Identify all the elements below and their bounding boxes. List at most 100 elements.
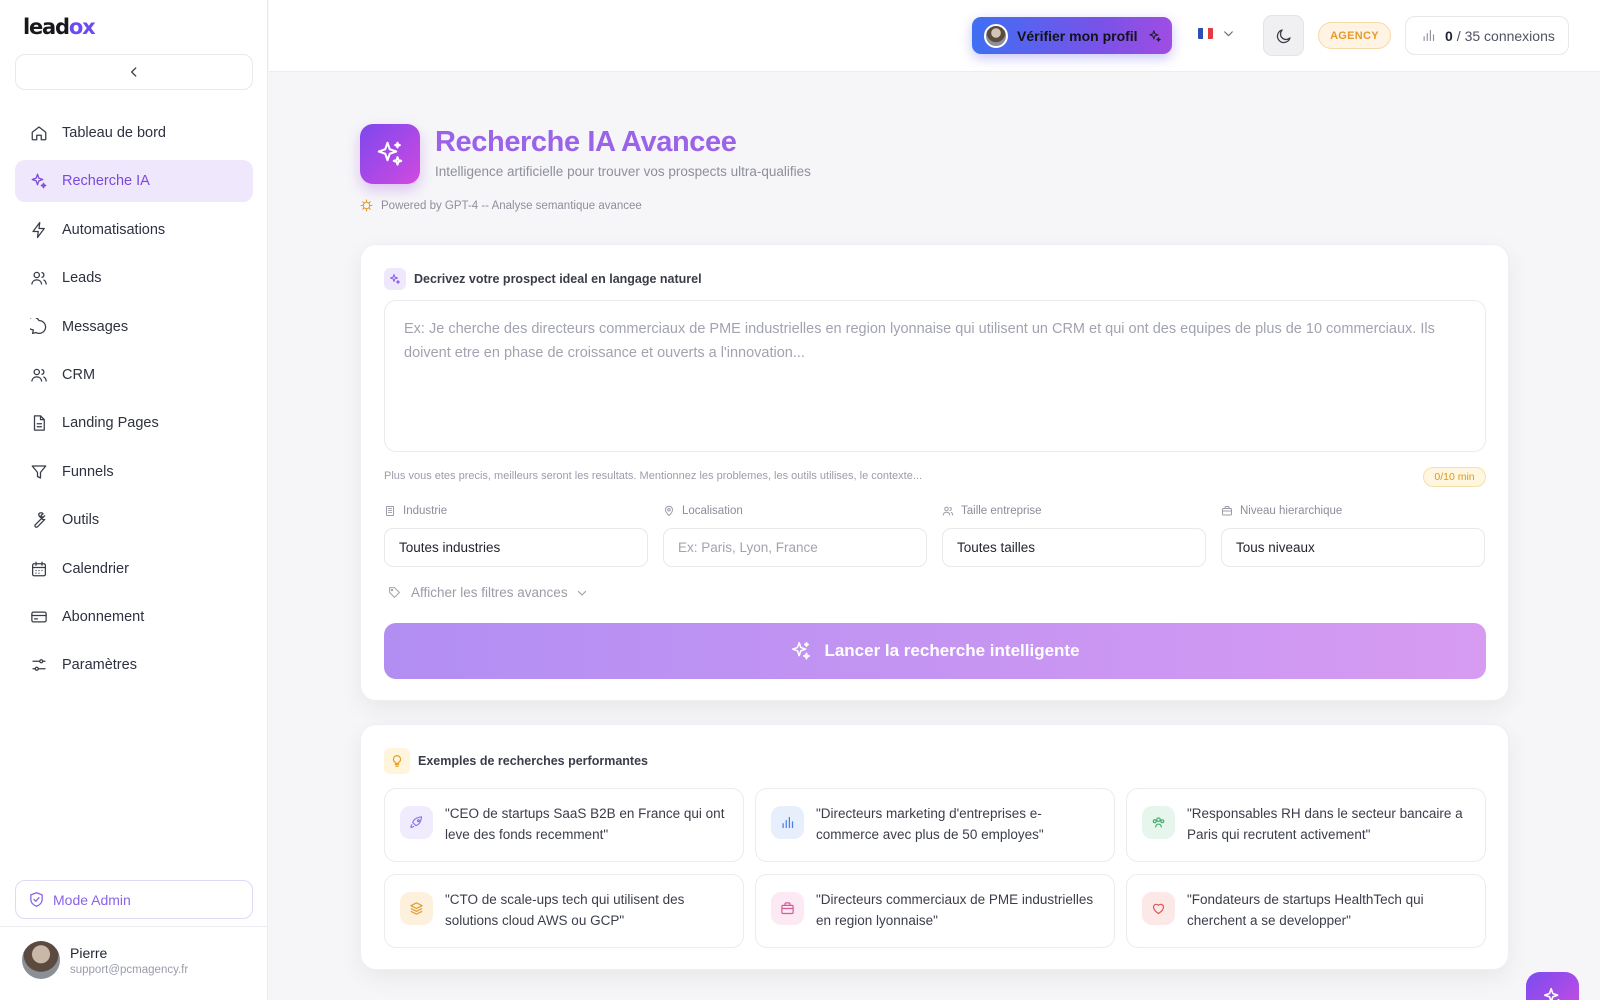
- page-title: Recherche IA Avancee: [435, 126, 737, 158]
- divider: [0, 926, 268, 927]
- plan-badge: AGENCY: [1318, 22, 1391, 49]
- chat-icon: [30, 317, 48, 336]
- example-text: "Directeurs commerciaux de PME industrie…: [816, 892, 1094, 928]
- sidebar-item-subscription[interactable]: Abonnement: [15, 596, 253, 638]
- example-card[interactable]: "CEO de startups SaaS B2B en France qui …: [384, 788, 744, 862]
- collapse-sidebar-button[interactable]: [15, 54, 253, 90]
- filter-industry: Industrie Toutes industries: [384, 503, 648, 567]
- tag-icon: [388, 586, 401, 599]
- language-selector[interactable]: [1198, 27, 1235, 40]
- sidebar-nav: Tableau de bord Recherche IA Automatisat…: [15, 112, 253, 693]
- example-text: "Responsables RH dans le secteur bancair…: [1187, 806, 1463, 842]
- example-card[interactable]: "Responsables RH dans le secteur bancair…: [1126, 788, 1486, 862]
- ai-assistant-fab[interactable]: [1526, 972, 1579, 1000]
- sidebar-item-label: Leads: [62, 270, 102, 287]
- admin-mode-button[interactable]: Mode Admin: [15, 880, 253, 919]
- sidebar-item-landing-pages[interactable]: Landing Pages: [15, 402, 253, 444]
- user-name: Pierre: [70, 944, 108, 961]
- rocket-icon: [400, 806, 433, 839]
- sidebar-item-funnels[interactable]: Funnels: [15, 451, 253, 493]
- filter-label: Localisation: [663, 503, 927, 519]
- users-icon: [30, 366, 48, 384]
- sidebar-item-label: Paramètres: [62, 657, 137, 674]
- sidebar-item-label: Automatisations: [62, 221, 166, 238]
- bar-chart-icon: [1421, 28, 1436, 43]
- example-text: "CEO de startups SaaS B2B en France qui …: [445, 806, 725, 842]
- cpu-icon: [360, 199, 373, 212]
- example-card[interactable]: "Fondateurs de startups HealthTech qui c…: [1126, 874, 1486, 948]
- sparkles-icon: [384, 268, 406, 290]
- ai-search-hero-icon: [360, 124, 420, 184]
- moon-icon: [1276, 28, 1291, 43]
- sidebar-item-ai-search[interactable]: Recherche IA: [15, 160, 253, 203]
- ai-search-card: Decrivez votre prospect ideal en langage…: [360, 244, 1509, 701]
- theme-toggle-button[interactable]: [1263, 15, 1304, 56]
- sidebar-item-settings[interactable]: Paramètres: [15, 644, 253, 686]
- prospect-description-input[interactable]: Ex: Je cherche des directeurs commerciau…: [384, 300, 1486, 452]
- user-profile[interactable]: Pierre support@pcmagency.fr: [22, 941, 188, 979]
- search-section-heading: Decrivez votre prospect ideal en langage…: [384, 268, 702, 290]
- building-icon: [384, 505, 396, 517]
- launch-search-button[interactable]: Lancer la recherche intelligente: [384, 623, 1486, 679]
- credit-card-icon: [30, 608, 48, 626]
- launch-search-label: Lancer la recherche intelligente: [824, 641, 1080, 660]
- sidebar-item-automations[interactable]: Automatisations: [15, 209, 253, 251]
- powered-by-text: Powered by GPT-4 -- Analyse semantique a…: [381, 199, 642, 212]
- sidebar: leadox Tableau de bord Recherche IA Auto…: [0, 0, 268, 1000]
- sidebar-item-label: Outils: [62, 512, 100, 529]
- user-email: support@pcmagency.fr: [70, 963, 189, 976]
- avatar: [22, 941, 60, 979]
- users-icon: [30, 269, 48, 287]
- example-card[interactable]: "Directeurs commerciaux de PME industrie…: [755, 874, 1115, 948]
- bar-chart-icon: [771, 806, 804, 839]
- document-icon: [30, 414, 48, 432]
- layers-icon: [400, 892, 433, 925]
- seniority-select[interactable]: Tous niveaux: [1221, 528, 1485, 567]
- example-card[interactable]: "Directeurs marketing d'entreprises e-co…: [755, 788, 1115, 862]
- sidebar-item-label: CRM: [62, 366, 96, 383]
- company-size-select[interactable]: Toutes tailles: [942, 528, 1206, 567]
- users-icon: [942, 505, 954, 517]
- home-icon: [30, 124, 48, 142]
- sidebar-item-leads[interactable]: Leads: [15, 257, 253, 299]
- chevron-left-icon: [131, 67, 137, 77]
- sidebar-item-label: Abonnement: [62, 608, 145, 625]
- sidebar-item-messages[interactable]: Messages: [15, 306, 253, 348]
- connections-total: / 35 connexions: [1456, 27, 1555, 44]
- filter-location: Localisation Ex: Paris, Lyon, France: [663, 503, 927, 567]
- briefcase-icon: [1221, 505, 1233, 517]
- connections-used: 0: [1445, 27, 1453, 44]
- example-card[interactable]: "CTO de scale-ups tech qui utilisent des…: [384, 874, 744, 948]
- search-hint: Plus vous etes precis, meilleurs seront …: [384, 470, 923, 482]
- french-flag-icon: [1198, 28, 1213, 39]
- location-input[interactable]: Ex: Paris, Lyon, France: [663, 528, 927, 567]
- app-logo[interactable]: leadox: [23, 15, 96, 39]
- sidebar-item-label: Calendrier: [62, 560, 129, 577]
- powered-by-note: Powered by GPT-4 -- Analyse semantique a…: [360, 199, 642, 212]
- industry-select[interactable]: Toutes industries: [384, 528, 648, 567]
- chevron-down-icon: [576, 587, 588, 599]
- examples-card: Exemples de recherches performantes "CEO…: [360, 724, 1509, 970]
- verify-profile-button[interactable]: Vérifier mon profil: [972, 17, 1172, 54]
- avatar: [984, 23, 1008, 48]
- sidebar-item-tools[interactable]: Outils: [15, 499, 253, 541]
- briefcase-icon: [771, 892, 804, 925]
- filter-label: Taille entreprise: [942, 503, 1206, 519]
- shield-check-icon: [28, 891, 45, 908]
- advanced-filters-toggle[interactable]: Afficher les filtres avances: [388, 585, 588, 600]
- connections-counter[interactable]: 0 / 35 connexions: [1405, 16, 1569, 55]
- sparkles-icon: [30, 172, 48, 190]
- example-text: "Directeurs marketing d'entreprises e-co…: [816, 806, 1044, 842]
- sidebar-item-dashboard[interactable]: Tableau de bord: [15, 112, 253, 154]
- topbar: Vérifier mon profil AGENCY 0 / 35 connex…: [269, 0, 1600, 72]
- advanced-filters-label: Afficher les filtres avances: [411, 585, 568, 600]
- sliders-icon: [30, 656, 48, 674]
- sidebar-item-label: Funnels: [62, 463, 114, 480]
- search-section-title: Decrivez votre prospect ideal en langage…: [414, 272, 702, 286]
- calendar-icon: [30, 560, 48, 578]
- filter-seniority: Niveau hierarchique Tous niveaux: [1221, 503, 1485, 567]
- sparkles-icon: [1148, 29, 1162, 43]
- sidebar-item-calendar[interactable]: Calendrier: [15, 548, 253, 590]
- verify-profile-label: Vérifier mon profil: [1017, 27, 1138, 44]
- sidebar-item-crm[interactable]: CRM: [15, 354, 253, 396]
